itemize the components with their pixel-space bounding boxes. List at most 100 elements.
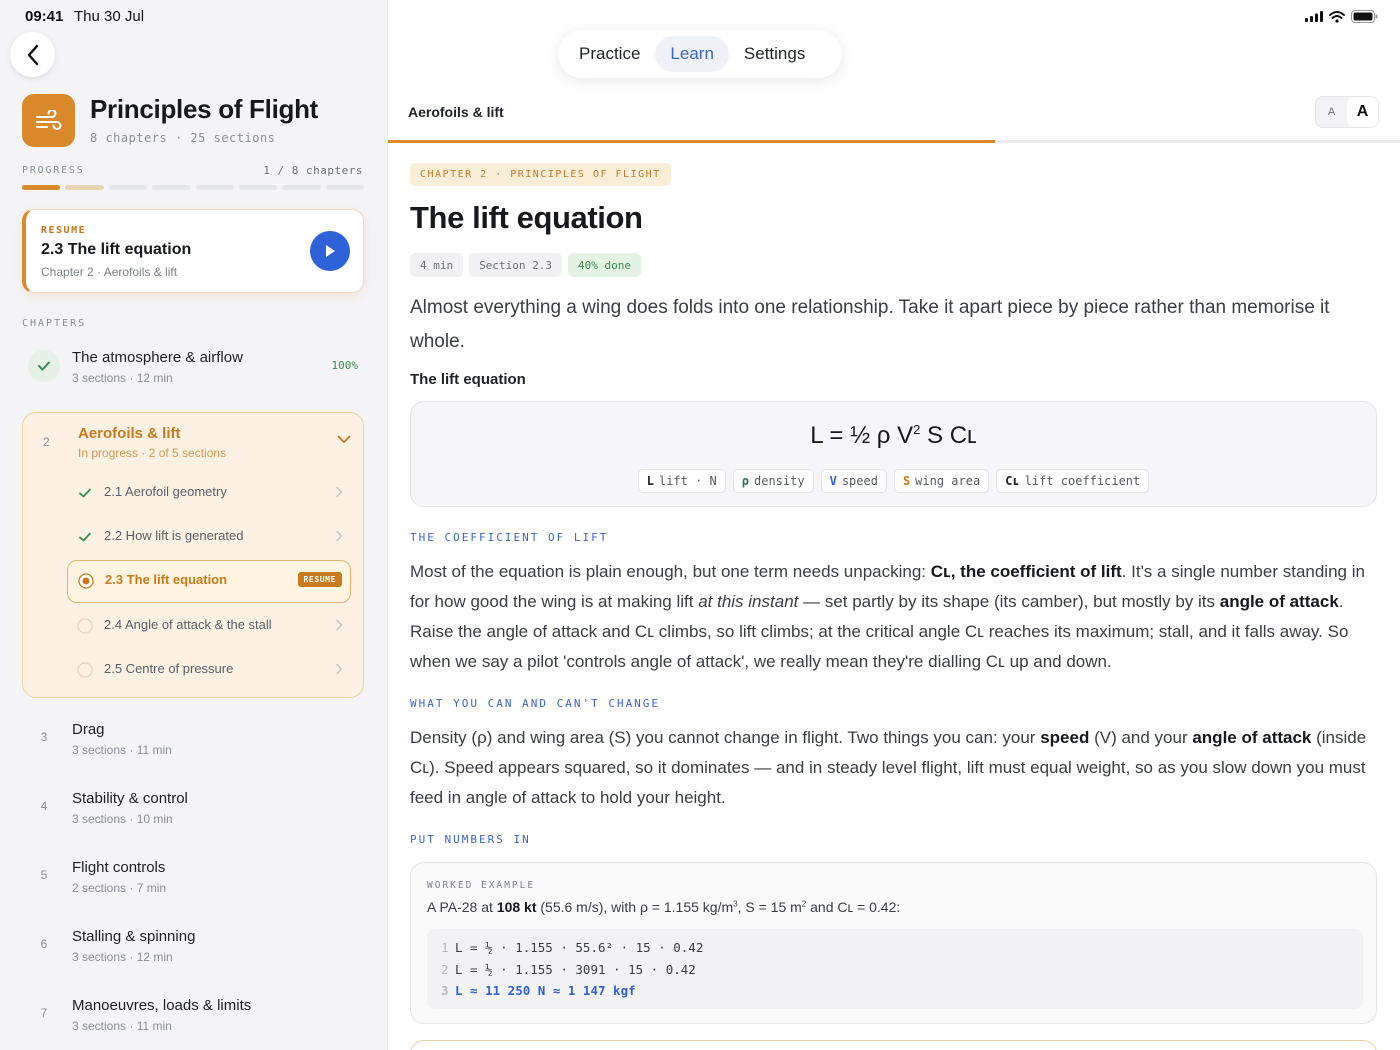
reading-progress-bar xyxy=(388,140,1400,143)
section-label: 2.3 The lift equation xyxy=(105,572,228,587)
back-button[interactable] xyxy=(10,32,55,77)
worked-kicker: WORKED EXAMPLE xyxy=(427,880,536,891)
chapter-title[interactable]: Aerofoils & lift xyxy=(78,425,181,442)
chapter-title: Manoeuvres, loads & limits xyxy=(72,997,252,1014)
section-item[interactable]: 2.4 Angle of attack & the stall xyxy=(67,606,351,646)
progress-segment xyxy=(22,185,61,190)
course-meta: 8 chapters · 25 sections xyxy=(90,131,276,145)
equation-rhs: S Cʟ xyxy=(920,422,977,449)
chapter-subtitle: 3 sections · 11 min xyxy=(72,743,172,757)
chapter-item[interactable]: 5 Flight controls 2 sections · 7 min xyxy=(22,848,364,912)
text-run: (55.6 m/s), with ρ = 1.155 kg/m xyxy=(536,899,734,915)
section-heading: PUT NUMBERS IN xyxy=(410,833,531,846)
chevron-left-icon xyxy=(27,44,38,65)
section-item[interactable]: 2.1 Aerofoil geometry xyxy=(67,473,351,513)
chapter-subtitle: In progress · 2 of 5 sections xyxy=(78,446,227,460)
chapter-subtitle: 3 sections · 10 min xyxy=(72,812,173,826)
term-tag: Cʟ lift coefficient xyxy=(996,469,1150,493)
code-block: 1 L = ½ · 1.155 · 55.6² · 15 · 0.42 2 L = … xyxy=(427,929,1363,1009)
text-run: , S = 15 m xyxy=(737,899,802,915)
term-tag: Swing area xyxy=(893,469,990,493)
progress-segment xyxy=(152,185,191,190)
section-item-current[interactable]: 2.3 The lift equation RESUME xyxy=(67,560,351,603)
progress-label: PROGRESS xyxy=(22,165,85,176)
progress-segment xyxy=(238,185,278,190)
page-title: The lift equation xyxy=(410,200,643,235)
chapter-item[interactable]: 3 Drag 3 sections · 11 min xyxy=(22,710,364,774)
term-tag: Vspeed xyxy=(820,469,887,493)
text-run: — set partly by its shape (its camber), … xyxy=(798,592,1220,611)
resume-kicker: RESUME xyxy=(41,225,87,236)
battery-icon xyxy=(1351,10,1378,23)
term-tag: Llift · N xyxy=(637,469,726,493)
progress-segment xyxy=(195,185,234,190)
resume-card[interactable]: RESUME 2.3 The lift equation Chapter 2 ·… xyxy=(22,209,364,293)
course-title: Principles of Flight xyxy=(90,94,319,124)
paragraph: Most of the equation is plain enough, bu… xyxy=(410,557,1385,677)
chevron-right-icon xyxy=(336,619,343,631)
progress-segment xyxy=(325,185,364,190)
chapter-item[interactable]: The atmosphere & airflow 3 sections · 12… xyxy=(22,338,364,402)
breadcrumb: Aerofoils & lift xyxy=(408,104,504,120)
empty-circle-icon xyxy=(77,618,93,634)
chapter-number: 6 xyxy=(40,937,48,951)
section-item[interactable]: 2.2 How lift is generated xyxy=(67,517,351,557)
term-tag: ρ density xyxy=(732,469,814,493)
play-button[interactable] xyxy=(310,231,350,271)
chapter-subtitle: 3 sections · 12 min xyxy=(72,371,173,385)
term-symbol: S xyxy=(902,474,911,488)
chevron-right-icon xyxy=(336,663,343,675)
text-size-large-button[interactable]: A xyxy=(1347,97,1378,127)
term-symbol: L xyxy=(646,474,654,488)
chapter-number: 4 xyxy=(40,799,48,813)
text-run: (V) and your xyxy=(1089,728,1193,747)
chapter-subtitle: 3 sections · 12 min xyxy=(72,950,173,964)
text-run: Density (ρ) and wing area (S) you cannot… xyxy=(410,728,1041,747)
signal-icon xyxy=(1305,11,1323,22)
section-heading: WHAT YOU CAN AND CAN'T CHANGE xyxy=(410,697,661,710)
term-desc: speed xyxy=(841,474,878,488)
chapter-percent: 100% xyxy=(331,359,359,372)
chevron-down-icon[interactable] xyxy=(337,435,351,444)
current-dot-icon xyxy=(78,573,94,589)
tab-learn[interactable]: Learn xyxy=(655,36,729,72)
text-bold: angle of attack xyxy=(1192,728,1312,747)
check-icon xyxy=(28,350,60,382)
chapter-subtitle: 3 sections · 11 min xyxy=(72,1019,172,1033)
intro-text: Almost everything a wing does folds into… xyxy=(410,297,1330,352)
tab-settings[interactable]: Settings xyxy=(729,36,820,72)
tab-practice[interactable]: Practice xyxy=(564,36,655,72)
code-text: L = ½ · 1.155 · 55.6² · 15 · 0.42 xyxy=(455,940,704,955)
check-icon xyxy=(79,532,91,542)
section-label: 2.2 How lift is generated xyxy=(104,528,244,543)
wind-icon xyxy=(22,94,75,147)
text-size-small-button[interactable]: A xyxy=(1316,97,1347,127)
chapter-item[interactable]: 4 Stability & control 3 sections · 10 mi… xyxy=(22,779,364,843)
section-label: 2.5 Centre of pressure xyxy=(104,661,234,676)
chapter-item[interactable]: 7 Manoeuvres, loads & limits 3 sections … xyxy=(22,986,364,1050)
section-item[interactable]: 2.5 Centre of pressure xyxy=(67,650,351,690)
resume-badge: RESUME xyxy=(297,572,342,587)
chevron-right-icon xyxy=(336,530,343,542)
empty-circle-icon xyxy=(77,662,93,678)
chapter-item[interactable]: 6 Stalling & spinning 3 sections · 12 mi… xyxy=(22,917,364,981)
text-bold: angle of attack xyxy=(1219,592,1339,611)
progress-segment xyxy=(108,185,148,190)
chapter-title: Stability & control xyxy=(72,790,188,807)
chapter-expanded: 2 Aerofoils & lift In progress · 2 of 5 … xyxy=(22,412,364,698)
chapter-number: 3 xyxy=(40,730,48,744)
chapter-title: The atmosphere & airflow xyxy=(72,349,243,366)
play-icon xyxy=(326,245,335,257)
text-size-toggle: A A xyxy=(1315,96,1379,128)
next-card xyxy=(410,1040,1377,1050)
done-pill: 40% done xyxy=(567,253,641,277)
code-line: 2 L = ½ · 1.155 · 3091 · 15 · 0.42 xyxy=(441,959,1363,981)
chapter-title: Stalling & spinning xyxy=(72,928,196,945)
equation-label: The lift equation xyxy=(410,371,526,388)
term-desc: lift · N xyxy=(658,474,717,488)
resume-subtitle: Chapter 2 · Aerofoils & lift xyxy=(41,265,178,279)
code-text: L ≈ 11 250 N ≈ 1 147 kgf xyxy=(455,983,636,998)
section-heading: THE COEFFICIENT OF LIFT xyxy=(410,531,609,544)
chapter-number: 2 xyxy=(43,435,50,449)
equation-box: L = ½ ρ V2 S Cʟ Llift · N ρ density Vspee… xyxy=(410,401,1377,507)
